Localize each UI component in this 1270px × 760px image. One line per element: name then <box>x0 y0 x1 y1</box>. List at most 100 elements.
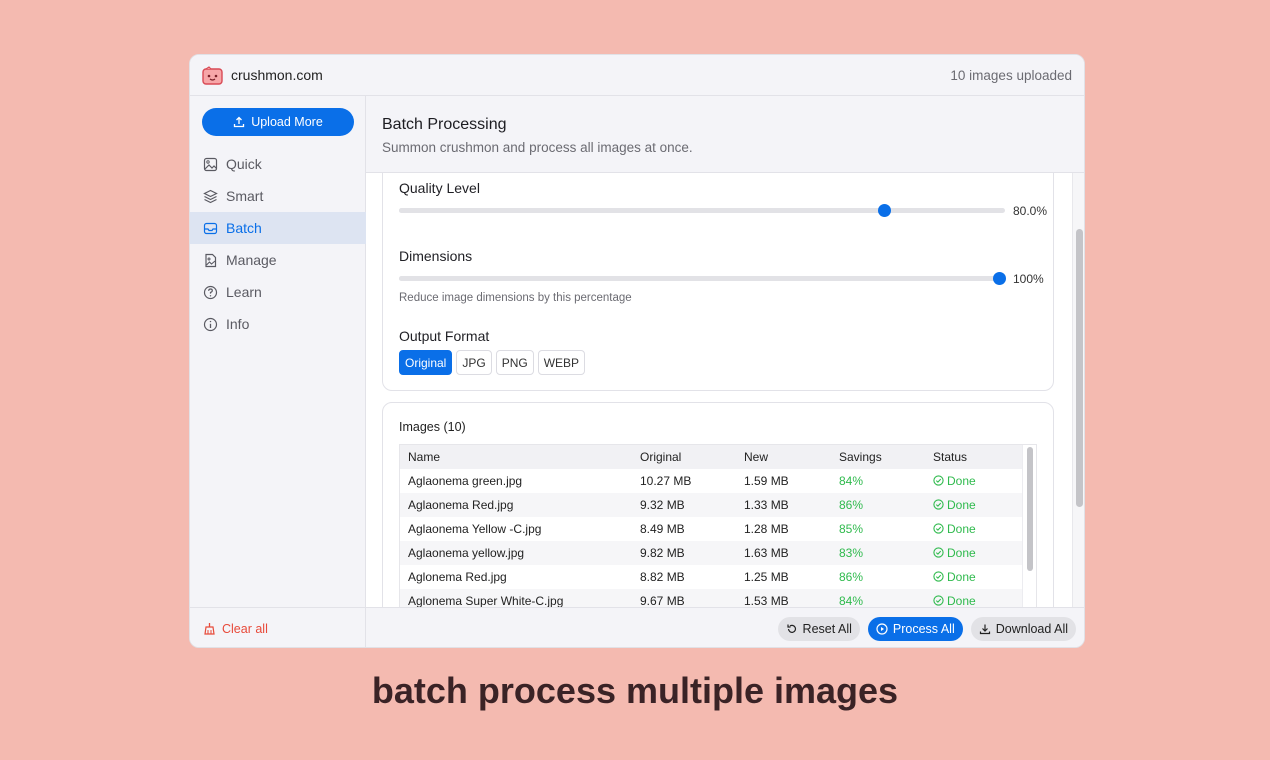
cell-name: Aglonema Red.jpg <box>408 570 507 584</box>
cell-original: 8.82 MB <box>640 570 685 584</box>
sidebar-item-batch[interactable]: Batch <box>190 212 366 244</box>
upload-more-button[interactable]: Upload More <box>202 108 354 136</box>
cell-status: Done <box>925 493 1024 517</box>
column-header[interactable]: Savings <box>831 445 925 469</box>
cell-savings: 84% <box>839 474 864 488</box>
app-window: crushmon.com 10 images uploaded Upload M… <box>189 54 1085 648</box>
cell-name: Aglonema Super White-C.jpg <box>400 589 632 607</box>
table-scrollbar-thumb[interactable] <box>1027 447 1033 571</box>
layers-icon <box>203 189 218 203</box>
table-row[interactable]: Aglonema Red.jpg 8.82 MB 1.25 MB 86% Done <box>400 565 1024 589</box>
status-text: Done <box>947 570 976 584</box>
app-name: crushmon.com <box>231 67 323 83</box>
main-scrollbar[interactable] <box>1072 173 1084 607</box>
cell-savings: 86% <box>831 493 925 517</box>
format-option-jpg[interactable]: JPG <box>456 350 492 375</box>
main-scrollbar-thumb[interactable] <box>1076 229 1083 507</box>
process-all-button[interactable]: Process All <box>867 616 963 641</box>
download-all-button[interactable]: Download All <box>970 616 1076 641</box>
cell-savings: 83% <box>831 541 925 565</box>
column-header[interactable]: New <box>736 445 831 469</box>
content-header: Batch Processing Summon crushmon and pro… <box>366 96 1084 173</box>
check-circle-icon <box>933 571 944 582</box>
sidebar-item-label: Manage <box>226 252 277 268</box>
column-header[interactable]: Original <box>632 445 736 469</box>
check-circle-icon <box>933 499 944 510</box>
output-format-group: Original JPG PNG WEBP <box>399 350 586 375</box>
sidebar-item-learn[interactable]: Learn <box>190 276 366 308</box>
cell-status: Done <box>925 469 1024 493</box>
cell-new: 1.53 MB <box>736 589 831 607</box>
dimensions-slider-thumb[interactable] <box>993 272 1006 285</box>
images-table: Name Original New Savings Status Aglaone… <box>400 445 1024 607</box>
cell-name: Aglaonema yellow.jpg <box>400 541 632 565</box>
main-scroll-area[interactable]: Quality Level 80.0% Dimensions 100% Redu… <box>366 173 1084 607</box>
cell-new: 1.59 MB <box>744 474 789 488</box>
play-circle-icon <box>876 622 888 635</box>
cell-savings: 86% <box>839 570 864 584</box>
reset-icon <box>786 624 796 633</box>
cell-original: 9.67 MB <box>632 589 736 607</box>
cell-savings: 85% <box>839 522 864 536</box>
broom-icon <box>204 623 215 635</box>
status-text: Done <box>947 594 976 607</box>
status-text: Done <box>947 474 976 488</box>
format-option-original[interactable]: Original <box>399 350 453 375</box>
table-header-row: Name Original New Savings Status <box>400 445 1024 469</box>
action-bar: Reset All Process All Download All <box>366 607 1084 647</box>
cell-original: 9.82 MB <box>632 541 736 565</box>
sidebar-item-label: Info <box>226 316 250 332</box>
cell-name: Aglaonema Yellow -C.jpg <box>408 522 542 536</box>
cell-new: 1.63 MB <box>736 541 831 565</box>
sidebar-item-quick[interactable]: Quick <box>190 148 366 180</box>
check-circle-icon <box>933 595 944 606</box>
check-circle-icon <box>933 523 944 534</box>
cell-original: 9.32 MB <box>632 493 736 517</box>
cell-original: 8.49 MB <box>640 522 685 536</box>
sidebar-item-manage[interactable]: Manage <box>190 244 366 276</box>
quality-slider-thumb[interactable] <box>877 204 891 217</box>
marketing-caption: batch process multiple images <box>371 670 899 711</box>
table-scrollbar[interactable] <box>1022 445 1036 607</box>
upload-more-label: Upload More <box>251 115 323 129</box>
images-table-container[interactable]: Name Original New Savings Status Aglaone… <box>399 444 1037 607</box>
image-icon <box>203 157 218 171</box>
cell-status: Done <box>925 541 1024 565</box>
status-text: Done <box>947 546 976 560</box>
clear-all-label: Clear all <box>222 621 268 636</box>
cell-status: Done <box>925 589 1024 607</box>
cell-status: Done <box>925 565 1024 589</box>
cell-name: Aglaonema green.jpg <box>408 474 523 488</box>
quality-slider-fill <box>399 208 884 213</box>
status-text: Done <box>947 498 976 512</box>
sidebar-item-label: Quick <box>226 156 262 172</box>
clear-all-button[interactable]: Clear all <box>190 607 366 647</box>
cell-new: 1.33 MB <box>736 493 831 517</box>
dimensions-value: 100% <box>1013 272 1044 286</box>
sidebar-item-info[interactable]: Info <box>190 308 366 340</box>
table-row[interactable]: Aglonema Super White-C.jpg 9.67 MB 1.53 MB… <box>400 589 1024 607</box>
file-image-icon <box>205 253 217 267</box>
sidebar-item-label: Batch <box>226 220 262 236</box>
process-all-label: Process All <box>892 621 955 636</box>
sidebar-item-smart[interactable]: Smart <box>190 180 366 212</box>
column-header[interactable]: Status <box>925 445 1024 469</box>
reset-all-button[interactable]: Reset All <box>777 616 860 641</box>
table-row[interactable]: Aglaonema green.jpg 10.27 MB 1.59 MB 84% Don… <box>400 469 1024 493</box>
table-row[interactable]: Aglaonema Yellow -C.jpg 8.49 MB 1.28 MB 85%… <box>400 517 1024 541</box>
dimensions-label: Dimensions <box>399 248 473 264</box>
quality-slider[interactable] <box>399 204 1005 217</box>
table-row[interactable]: Aglaonema Red.jpg 9.32 MB 1.33 MB 86% Done <box>400 493 1024 517</box>
output-format-label: Output Format <box>399 328 490 344</box>
table-row[interactable]: Aglaonema yellow.jpg 9.82 MB 1.63 MB 83% Don… <box>400 541 1024 565</box>
column-header[interactable]: Name <box>400 445 632 469</box>
cell-status: Done <box>925 517 1024 541</box>
crushmon-logo-icon <box>202 65 223 85</box>
dimensions-slider[interactable] <box>399 272 1006 285</box>
format-option-webp[interactable]: WEBP <box>537 350 586 375</box>
title-bar: crushmon.com 10 images uploaded <box>190 55 1084 96</box>
format-option-png[interactable]: PNG <box>495 350 534 375</box>
sidebar-item-label: Smart <box>226 188 264 204</box>
check-circle-icon <box>933 547 944 558</box>
upload-count: 10 images uploaded <box>950 67 1072 83</box>
